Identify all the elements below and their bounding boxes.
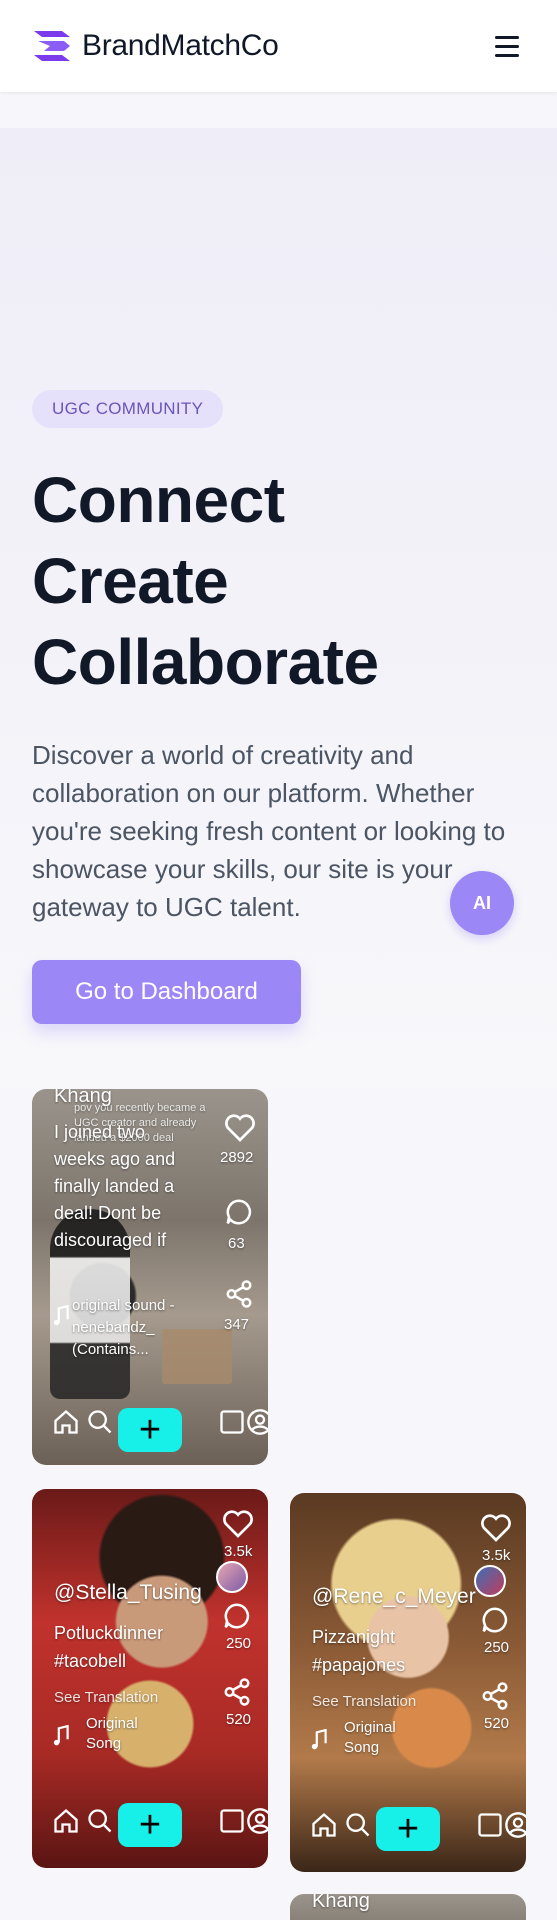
see-translation-link[interactable]: See Translation bbox=[54, 1689, 158, 1706]
video-caption-line: Potluckdinner bbox=[54, 1623, 164, 1643]
create-plus-button[interactable]: + bbox=[376, 1807, 440, 1851]
ugc-community-badge: UGC COMMUNITY bbox=[32, 390, 224, 428]
comment-icon[interactable] bbox=[480, 1605, 510, 1635]
sound-name: original sound - nenebandz_ (Contains... bbox=[72, 1297, 175, 1358]
music-note-icon bbox=[311, 1729, 327, 1750]
video-username: @Rene_c_Meyer bbox=[312, 1585, 476, 1608]
comments-count: 250 bbox=[226, 1635, 252, 1652]
search-icon[interactable] bbox=[86, 1807, 114, 1835]
music-note-icon bbox=[53, 1725, 69, 1746]
comments-count: 250 bbox=[484, 1639, 510, 1656]
ugc-video-card[interactable]: @Stella_Tusing Potluckdinner #tacobell S… bbox=[32, 1489, 268, 1868]
search-icon[interactable] bbox=[344, 1811, 372, 1839]
profile-icon[interactable] bbox=[246, 1408, 268, 1436]
ai-chat-button[interactable]: AI bbox=[450, 871, 514, 935]
hamburger-menu-icon[interactable] bbox=[489, 28, 525, 64]
home-icon[interactable] bbox=[52, 1807, 80, 1835]
comment-icon[interactable] bbox=[222, 1601, 252, 1631]
creator-avatar[interactable] bbox=[216, 1561, 248, 1593]
sound-name-line: Song bbox=[344, 1739, 380, 1756]
go-to-dashboard-button[interactable]: Go to Dashboard bbox=[32, 960, 301, 1024]
profile-icon[interactable] bbox=[504, 1811, 526, 1839]
shares-count: 520 bbox=[484, 1715, 510, 1732]
music-note-icon bbox=[53, 1305, 69, 1326]
likes-count: 2892 bbox=[220, 1149, 254, 1166]
create-plus-button[interactable]: + bbox=[118, 1803, 182, 1847]
video-caption-hashtag: #tacobell bbox=[54, 1651, 127, 1671]
heart-icon[interactable] bbox=[224, 1113, 256, 1143]
create-plus-button[interactable]: + bbox=[118, 1408, 182, 1452]
search-icon[interactable] bbox=[86, 1408, 114, 1436]
comment-icon[interactable] bbox=[224, 1197, 254, 1227]
sound-name-line: Song bbox=[86, 1735, 122, 1752]
brand-name: BrandMatchCo bbox=[82, 29, 279, 62]
hero-title-line: Connect bbox=[32, 464, 285, 536]
ugc-video-card[interactable]: Khang bbox=[290, 1894, 526, 1920]
video-caption: I joined two weeks ago and finally lande… bbox=[54, 1122, 176, 1250]
likes-count: 3.5k bbox=[482, 1547, 511, 1564]
hero-title: Connect Create Collaborate bbox=[32, 460, 379, 703]
inbox-icon[interactable] bbox=[218, 1807, 246, 1835]
creator-avatar[interactable] bbox=[474, 1565, 506, 1597]
home-icon[interactable] bbox=[310, 1811, 338, 1839]
shares-count: 347 bbox=[224, 1316, 250, 1333]
heart-icon[interactable] bbox=[480, 1513, 512, 1543]
site-header: BrandMatchCo bbox=[0, 0, 557, 92]
hero-title-line: Collaborate bbox=[32, 626, 379, 698]
shares-count: 520 bbox=[226, 1711, 252, 1728]
likes-count: 3.5k bbox=[224, 1543, 253, 1560]
brand-logo-icon bbox=[34, 31, 70, 61]
video-username: Khang bbox=[312, 1894, 370, 1912]
share-icon[interactable] bbox=[222, 1677, 252, 1707]
inbox-icon[interactable] bbox=[218, 1408, 246, 1436]
video-caption-hashtag: #papajones bbox=[312, 1655, 406, 1675]
comments-count: 63 bbox=[228, 1235, 245, 1252]
video-username: Khang bbox=[54, 1089, 112, 1107]
ugc-video-card[interactable]: pov you recently became a UGC creator an… bbox=[32, 1089, 268, 1465]
heart-icon[interactable] bbox=[222, 1509, 254, 1539]
see-translation-link[interactable]: See Translation bbox=[312, 1693, 416, 1710]
share-icon[interactable] bbox=[480, 1681, 510, 1711]
video-username: @Stella_Tusing bbox=[54, 1581, 202, 1604]
sound-name-line: Original bbox=[344, 1719, 396, 1736]
sound-name-line: Original bbox=[86, 1715, 138, 1732]
ugc-video-card[interactable]: @Rene_c_Meyer Pizzanight #papajones See … bbox=[290, 1493, 526, 1872]
video-caption-line: Pizzanight bbox=[312, 1627, 396, 1647]
profile-icon[interactable] bbox=[246, 1807, 268, 1835]
hero-description: Discover a world of creativity and colla… bbox=[32, 740, 506, 922]
brand[interactable]: BrandMatchCo bbox=[32, 29, 279, 63]
hero-title-line: Create bbox=[32, 545, 229, 617]
inbox-icon[interactable] bbox=[476, 1811, 504, 1839]
home-icon[interactable] bbox=[52, 1408, 80, 1436]
share-icon[interactable] bbox=[224, 1279, 254, 1309]
